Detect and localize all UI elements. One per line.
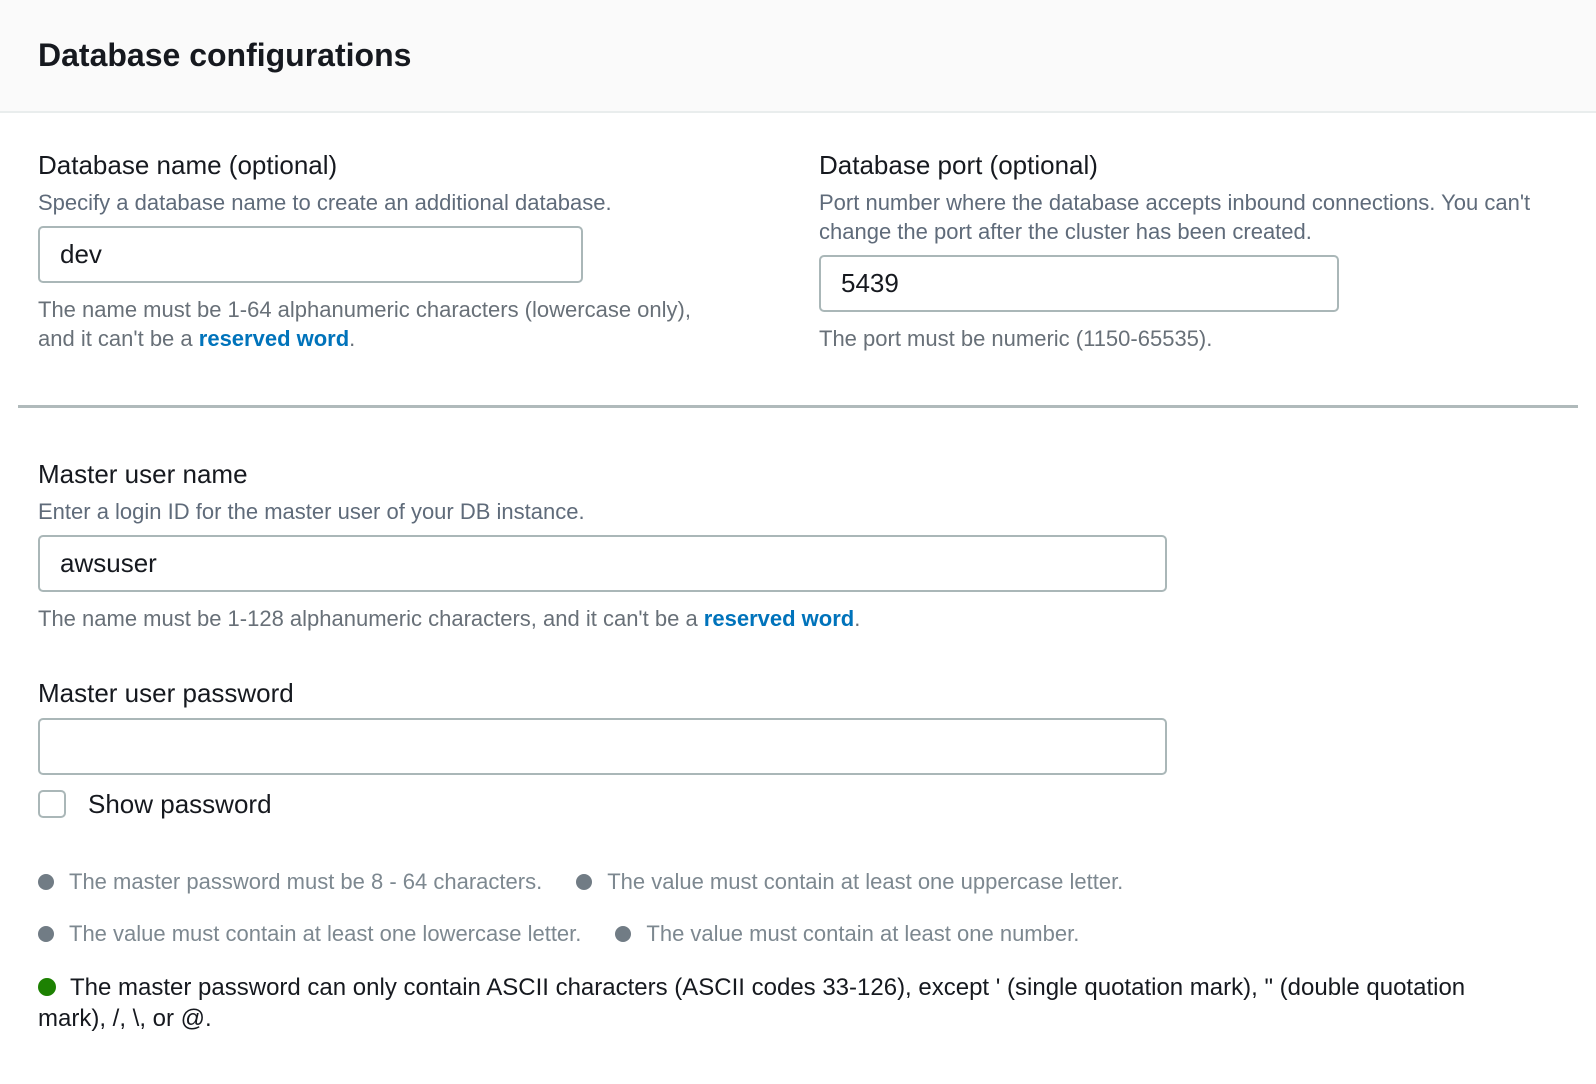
requirement-item-ascii: The master password can only contain ASC… bbox=[38, 972, 1498, 1034]
field-master-user-password: Master user password Show password bbox=[38, 677, 1558, 820]
database-name-constraint: The name must be 1-64 alphanumeric chara… bbox=[38, 295, 728, 353]
requirement-item: The master password must be 8 - 64 chara… bbox=[38, 868, 542, 896]
bullet-icon bbox=[615, 926, 631, 942]
master-user-name-constraint-text: The name must be 1-128 alphanumeric char… bbox=[38, 606, 704, 631]
master-user-name-input[interactable] bbox=[38, 535, 1167, 592]
requirement-text: The master password can only contain ASC… bbox=[38, 974, 1465, 1032]
master-user-name-constraint-period: . bbox=[854, 606, 860, 631]
reserved-word-link[interactable]: reserved word bbox=[199, 326, 349, 351]
master-user-password-label: Master user password bbox=[38, 677, 1558, 709]
page-title: Database configurations bbox=[38, 36, 1558, 74]
section-divider bbox=[18, 405, 1578, 408]
database-name-input[interactable] bbox=[38, 226, 583, 283]
database-name-constraint-text: The name must be 1-64 alphanumeric chara… bbox=[38, 297, 691, 351]
database-port-label: Database port (optional) bbox=[819, 149, 1558, 181]
requirement-text: The master password must be 8 - 64 chara… bbox=[69, 869, 542, 894]
requirement-item: The value must contain at least one lowe… bbox=[38, 920, 581, 948]
requirement-text: The value must contain at least one uppe… bbox=[607, 869, 1123, 894]
section-header: Database configurations bbox=[0, 0, 1596, 113]
success-bullet-icon bbox=[38, 978, 56, 996]
requirement-row: The master password must be 8 - 64 chara… bbox=[38, 868, 1558, 896]
show-password-checkbox[interactable] bbox=[38, 790, 66, 818]
database-name-label: Database name (optional) bbox=[38, 149, 773, 181]
bullet-icon bbox=[576, 874, 592, 890]
show-password-label[interactable]: Show password bbox=[88, 788, 272, 820]
database-name-description: Specify a database name to create an add… bbox=[38, 188, 773, 217]
requirement-text: The value must contain at least one numb… bbox=[646, 921, 1079, 946]
db-name-port-row: Database name (optional) Specify a datab… bbox=[38, 149, 1558, 353]
database-name-constraint-period: . bbox=[349, 326, 355, 351]
form-content: Database name (optional) Specify a datab… bbox=[0, 149, 1596, 1034]
field-database-port: Database port (optional) Port number whe… bbox=[819, 149, 1558, 353]
field-master-user-name: Master user name Enter a login ID for th… bbox=[38, 458, 1558, 633]
master-user-name-description: Enter a login ID for the master user of … bbox=[38, 497, 1558, 526]
requirement-item: The value must contain at least one numb… bbox=[615, 920, 1079, 948]
field-database-name: Database name (optional) Specify a datab… bbox=[38, 149, 773, 353]
bullet-icon bbox=[38, 874, 54, 890]
master-user-name-label: Master user name bbox=[38, 458, 1558, 490]
password-requirements: The master password must be 8 - 64 chara… bbox=[38, 868, 1558, 1034]
requirement-text: The value must contain at least one lowe… bbox=[69, 921, 581, 946]
database-port-constraint: The port must be numeric (1150-65535). bbox=[819, 324, 1558, 353]
reserved-word-link[interactable]: reserved word bbox=[704, 606, 854, 631]
bullet-icon bbox=[38, 926, 54, 942]
master-user-name-constraint: The name must be 1-128 alphanumeric char… bbox=[38, 604, 1558, 633]
show-password-row: Show password bbox=[38, 788, 1558, 820]
database-port-input[interactable] bbox=[819, 255, 1339, 312]
requirement-item: The value must contain at least one uppe… bbox=[576, 868, 1123, 896]
requirement-row: The value must contain at least one lowe… bbox=[38, 920, 1558, 948]
database-port-description: Port number where the database accepts i… bbox=[819, 188, 1541, 246]
master-user-password-input[interactable] bbox=[38, 718, 1167, 775]
